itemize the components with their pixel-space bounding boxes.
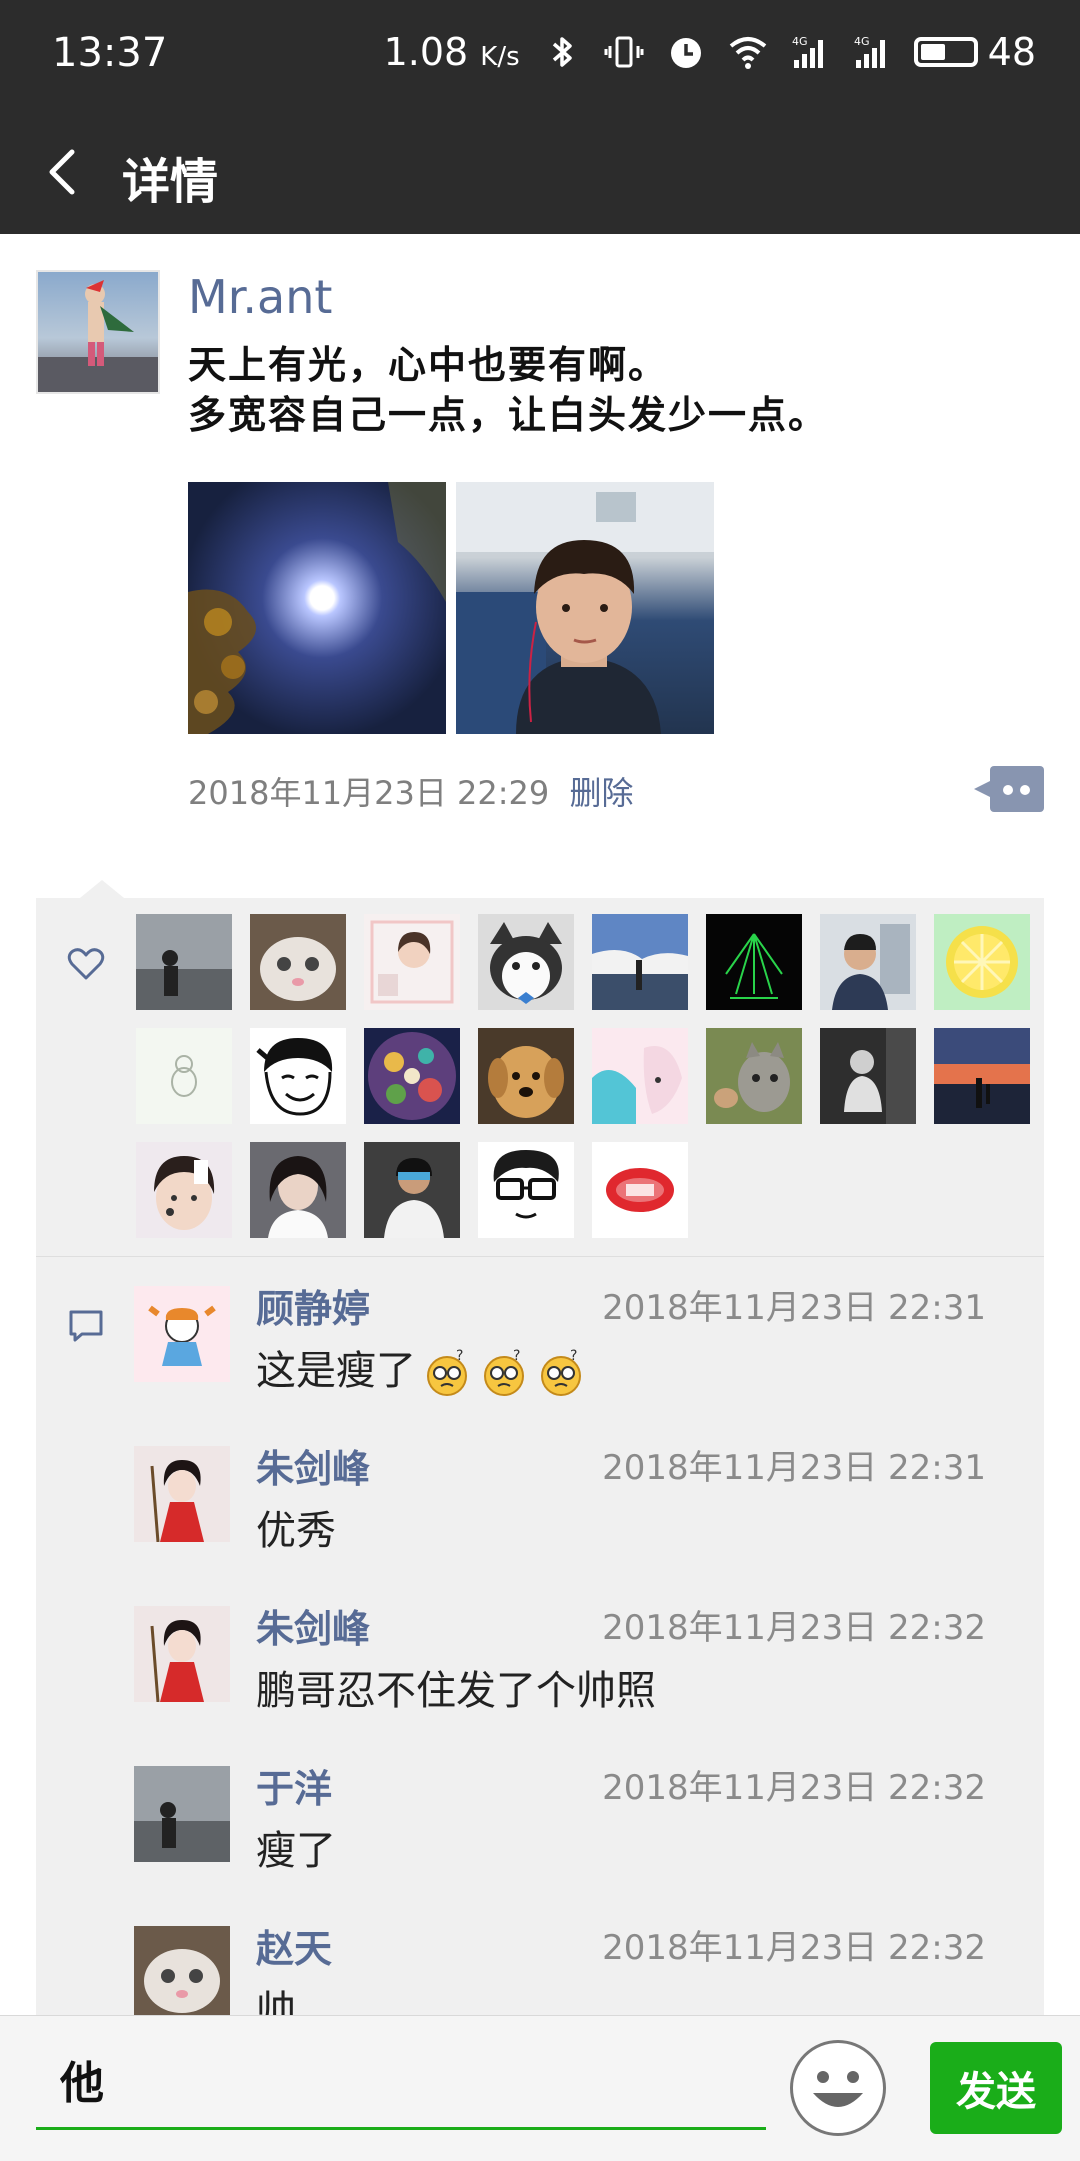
back-arrow-icon[interactable]	[36, 142, 96, 202]
nav-bar: 详情	[0, 112, 1080, 234]
like-avatar[interactable]	[478, 1142, 574, 1238]
commenter-name[interactable]: 于洋	[256, 1758, 332, 1813]
vibrate-icon	[604, 36, 644, 68]
like-avatar[interactable]	[364, 1142, 460, 1238]
signal-label-2: 4G	[854, 35, 870, 48]
like-avatar[interactable]	[136, 914, 232, 1010]
commenter-avatar[interactable]	[134, 1606, 230, 1702]
battery-indicator: 48	[913, 30, 1036, 74]
post-photo-moon[interactable]	[188, 482, 446, 734]
svg-text:?: ?	[513, 1348, 520, 1364]
author-name[interactable]: Mr.ant	[188, 270, 332, 324]
svg-text:?: ?	[456, 1348, 463, 1364]
like-avatar[interactable]	[820, 914, 916, 1010]
commenter-avatar[interactable]	[134, 1926, 230, 2022]
comment-input[interactable]	[36, 2030, 766, 2130]
like-avatar[interactable]	[592, 1142, 688, 1238]
comment-time: 2018年11月23日 22:31	[602, 1448, 986, 1488]
comment-text: 优秀	[256, 1508, 336, 1554]
comment-text: 瘦了	[256, 1828, 336, 1874]
heart-icon	[67, 948, 105, 980]
svg-text:?: ?	[570, 1348, 577, 1364]
emoji-button[interactable]	[790, 2040, 886, 2136]
feedback-arrow	[80, 880, 124, 898]
commenter-name[interactable]: 赵天	[256, 1918, 332, 1973]
comment-time: 2018年11月23日 22:31	[602, 1288, 986, 1328]
alarm-icon	[670, 38, 701, 68]
comment-item[interactable]: 朱剑峰 2018年11月23日 22:31 优秀	[36, 1416, 1044, 1576]
comment-like-menu-button[interactable]	[974, 766, 1044, 812]
post-text: 天上有光，心中也要有啊。 多宽容自己一点，让白头发少一点。	[188, 340, 828, 440]
like-avatar[interactable]	[592, 1028, 688, 1124]
commenter-name[interactable]: 朱剑峰	[256, 1438, 370, 1493]
post-meta: 2018年11月23日 22:29 删除	[188, 768, 633, 814]
like-avatar[interactable]	[136, 1142, 232, 1238]
like-avatar[interactable]	[136, 1028, 232, 1124]
comment-item[interactable]: 顾静婷 2018年11月23日 22:31 这是瘦了???	[36, 1256, 1044, 1416]
more-dots-icon	[1003, 785, 1013, 795]
status-bar: 13:37 1.08 K/s 4G 4G 48	[0, 0, 1080, 112]
delete-link[interactable]: 删除	[569, 774, 633, 812]
like-avatar[interactable]	[478, 1028, 574, 1124]
smiley-icon	[813, 2071, 863, 2107]
like-avatar[interactable]	[592, 914, 688, 1010]
like-avatar[interactable]	[820, 1028, 916, 1124]
comment-text: 鹏哥忍不住发了个帅照	[256, 1668, 656, 1714]
like-avatar-grid	[136, 914, 1030, 1238]
signal-icon-2: 4G	[854, 35, 885, 68]
moon-photo-image	[188, 482, 446, 734]
page-title: 详情	[122, 154, 219, 210]
like-avatar[interactable]	[934, 1028, 1030, 1124]
speed-unit: K/s	[480, 42, 520, 72]
like-avatar[interactable]	[478, 914, 574, 1010]
post-text-line-2: 多宽容自己一点，让白头发少一点。	[188, 393, 829, 437]
signal-label-1: 4G	[792, 35, 808, 48]
battery-icon	[913, 37, 978, 67]
confused-emoji-icon: ???	[427, 1348, 581, 1396]
likes-section	[36, 898, 1044, 1257]
battery-percent: 48	[987, 30, 1036, 74]
commenter-avatar[interactable]	[134, 1286, 230, 1382]
comment-time: 2018年11月23日 22:32	[602, 1608, 986, 1648]
comment-time: 2018年11月23日 22:32	[602, 1928, 986, 1968]
battery-level	[920, 44, 945, 60]
like-avatar[interactable]	[250, 914, 346, 1010]
comment-text: 这是瘦了???	[256, 1338, 592, 1398]
network-speed: 1.08 K/s	[383, 30, 520, 74]
commenter-avatar[interactable]	[134, 1446, 230, 1542]
comment-time: 2018年11月23日 22:32	[602, 1768, 986, 1808]
wifi-icon	[729, 37, 766, 69]
commenter-name[interactable]: 顾静婷	[256, 1278, 370, 1333]
selfie-photo-image	[456, 482, 714, 734]
author-avatar[interactable]	[36, 270, 160, 394]
post-photo-selfie[interactable]	[456, 482, 714, 734]
status-time: 13:37	[52, 30, 168, 76]
feedback-panel: 顾静婷 2018年11月23日 22:31 这是瘦了??? 朱剑峰 2018年1…	[36, 880, 1044, 2160]
status-icons: 1.08 K/s 4G 4G 48	[384, 30, 1036, 74]
like-avatar[interactable]	[364, 1028, 460, 1124]
comment-input-bar: 发送	[0, 2015, 1080, 2161]
signal-icon-1: 4G	[792, 35, 823, 68]
like-avatar[interactable]	[250, 1142, 346, 1238]
like-avatar[interactable]	[706, 1028, 802, 1124]
post-timestamp: 2018年11月23日 22:29	[188, 774, 550, 812]
comment-item[interactable]: 朱剑峰 2018年11月23日 22:32 鹏哥忍不住发了个帅照	[36, 1576, 1044, 1736]
comment-item[interactable]: 于洋 2018年11月23日 22:32 瘦了	[36, 1736, 1044, 1896]
commenter-avatar[interactable]	[134, 1766, 230, 1862]
bluetooth-icon	[552, 37, 572, 67]
like-avatar[interactable]	[706, 914, 802, 1010]
commenter-name[interactable]: 朱剑峰	[256, 1598, 370, 1653]
more-dots-icon	[1020, 785, 1030, 795]
like-avatar[interactable]	[364, 914, 460, 1010]
post-text-line-1: 天上有光，心中也要有啊。	[188, 343, 669, 387]
like-avatar[interactable]	[250, 1028, 346, 1124]
author-avatar-image	[38, 280, 158, 392]
send-button[interactable]: 发送	[930, 2042, 1062, 2134]
like-avatar[interactable]	[934, 914, 1030, 1010]
